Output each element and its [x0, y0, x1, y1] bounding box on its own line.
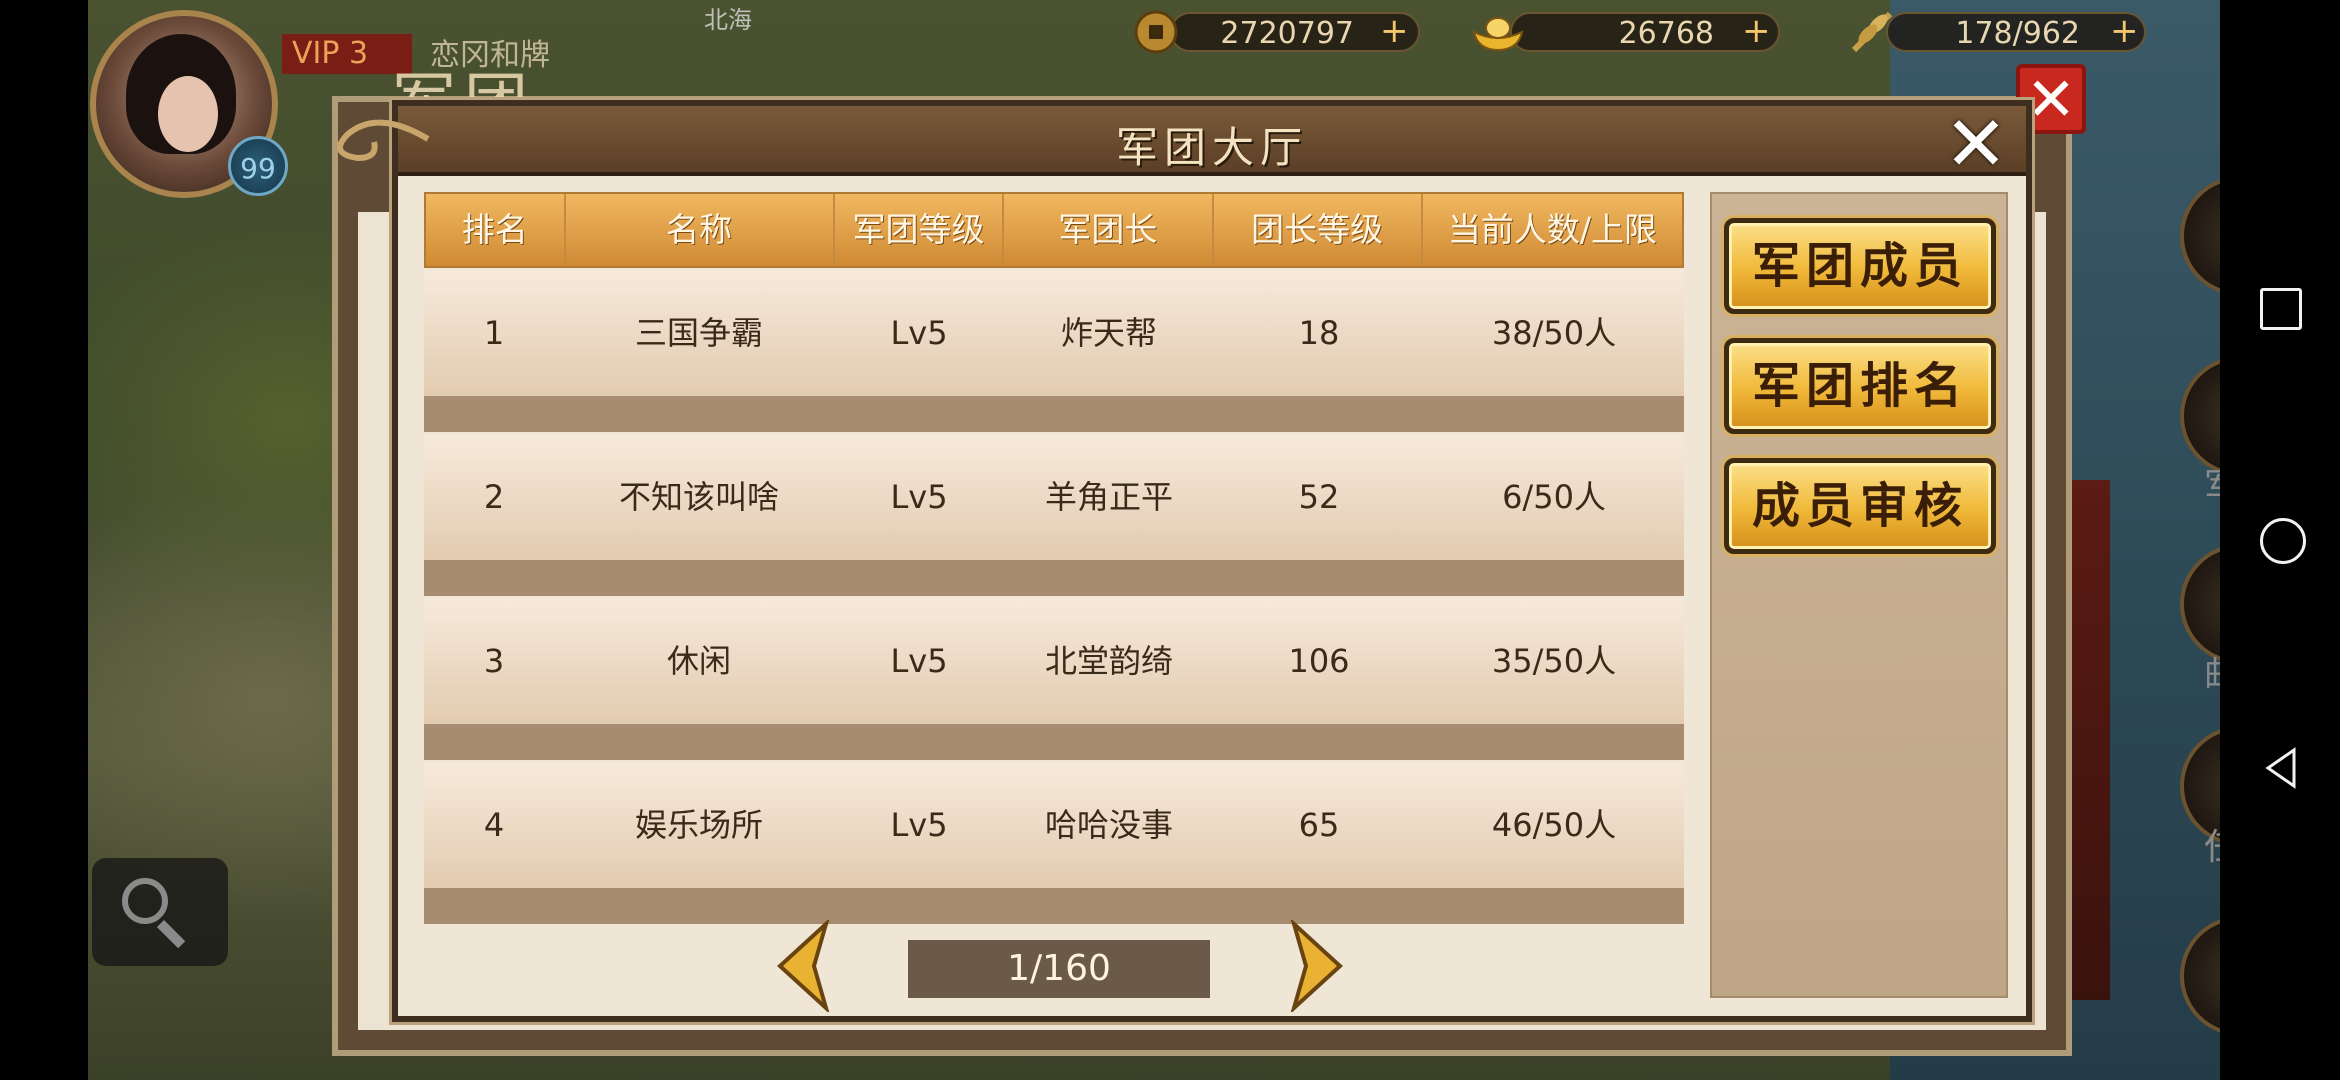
- cell-name: 休闲: [666, 642, 731, 680]
- cell-leader-level: 52: [1298, 478, 1340, 516]
- previous-page-arrow-icon[interactable]: [770, 920, 834, 1012]
- cell-name: 不知该叫啥: [618, 478, 779, 516]
- cell-rank: 3: [483, 642, 505, 680]
- back-button[interactable]: [2260, 746, 2304, 790]
- copper-coin-icon: [1134, 10, 1178, 54]
- cell-members: 35/50人: [1491, 642, 1617, 680]
- cell-members: 38/50人: [1491, 314, 1617, 352]
- cell-rank: 4: [483, 806, 505, 844]
- legion-members-button[interactable]: 军团成员: [1724, 218, 1996, 314]
- close-dialog-button[interactable]: ✕: [1936, 106, 2016, 186]
- row-divider: [424, 888, 1684, 924]
- map-region-label: 北海: [704, 6, 752, 34]
- cell-leader: 炸天帮: [1060, 314, 1157, 352]
- add-gold-icon[interactable]: +: [1742, 14, 1771, 48]
- header-name: 名称: [566, 194, 835, 266]
- cell-members: 46/50人: [1491, 806, 1617, 844]
- gold-ingot-resource: 26768 +: [1470, 4, 1780, 60]
- page-indicator: 1/160: [908, 940, 1210, 998]
- cell-rank: 2: [483, 478, 505, 516]
- gold-ingot-icon: [1472, 17, 1524, 52]
- legion-hall-dialog: 军团大厅 ✕ 排名 名称 军团等级 军团长 团长等级 当前人数/上限 1 三国争…: [337, 100, 2032, 1022]
- add-coins-icon[interactable]: +: [1380, 14, 1409, 48]
- table-header: 排名 名称 军团等级 军团长 团长等级 当前人数/上限: [424, 192, 1684, 268]
- cell-leader: 羊角正平: [1044, 478, 1173, 516]
- row-divider: [424, 724, 1684, 760]
- table-row[interactable]: 3 休闲 Lv5 北堂韵绮 106 35/50人: [424, 598, 1684, 724]
- cell-leader-level: 106: [1288, 642, 1350, 680]
- cell-rank: 1: [483, 314, 505, 352]
- cell-name: 三国争霸: [634, 314, 763, 352]
- next-page-arrow-icon[interactable]: [1286, 920, 1350, 1012]
- wheat-icon: [1851, 11, 1893, 53]
- cell-leader: 北堂韵绮: [1044, 642, 1173, 680]
- gold-ingot-value: 26768: [1510, 12, 1780, 52]
- cell-level: Lv5: [890, 314, 948, 352]
- cell-leader: 哈哈没事: [1044, 806, 1173, 844]
- cell-level: Lv5: [890, 478, 948, 516]
- legion-ranking-table: 排名 名称 军团等级 军团长 团长等级 当前人数/上限 1 三国争霸 Lv5 炸…: [424, 192, 1684, 924]
- header-leader-level: 团长等级: [1214, 194, 1423, 266]
- dialog-title-bar: 军团大厅 ✕: [337, 106, 2026, 182]
- row-divider: [424, 560, 1684, 596]
- table-row[interactable]: 4 娱乐场所 Lv5 哈哈没事 65 46/50人: [424, 762, 1684, 888]
- home-button[interactable]: [2260, 518, 2306, 564]
- table-row[interactable]: 1 三国争霸 Lv5 炸天帮 18 38/50人: [424, 270, 1684, 396]
- search-icon: [122, 878, 168, 924]
- cell-leader-level: 65: [1298, 806, 1340, 844]
- row-divider: [424, 396, 1684, 432]
- recent-apps-button[interactable]: [2260, 288, 2302, 330]
- header-legion-level: 军团等级: [835, 194, 1005, 266]
- header-leader: 军团长: [1004, 194, 1214, 266]
- food-value: 178/962: [1886, 12, 2146, 52]
- header-members: 当前人数/上限: [1447, 210, 1657, 249]
- copper-coin-resource: 2720797 +: [1130, 4, 1420, 60]
- cell-level: Lv5: [890, 642, 948, 680]
- avatar-face: [158, 76, 218, 152]
- search-button[interactable]: [92, 858, 228, 966]
- table-row[interactable]: 2 不知该叫啥 Lv5 羊角正平 52 6/50人: [424, 434, 1684, 560]
- cell-leader-level: 18: [1298, 314, 1340, 352]
- cell-members: 6/50人: [1502, 478, 1606, 516]
- dialog-title: 军团大厅: [1115, 123, 1308, 172]
- member-review-button[interactable]: 成员审核: [1724, 458, 1996, 554]
- add-food-icon[interactable]: +: [2110, 14, 2139, 48]
- food-resource: 178/962 +: [1846, 4, 2146, 60]
- cell-level: Lv5: [890, 806, 948, 844]
- legion-ranking-button[interactable]: 军团排名: [1724, 338, 1996, 434]
- header-rank: 排名: [426, 194, 566, 266]
- player-level-badge: 99: [228, 136, 288, 196]
- cell-name: 娱乐场所: [634, 806, 763, 844]
